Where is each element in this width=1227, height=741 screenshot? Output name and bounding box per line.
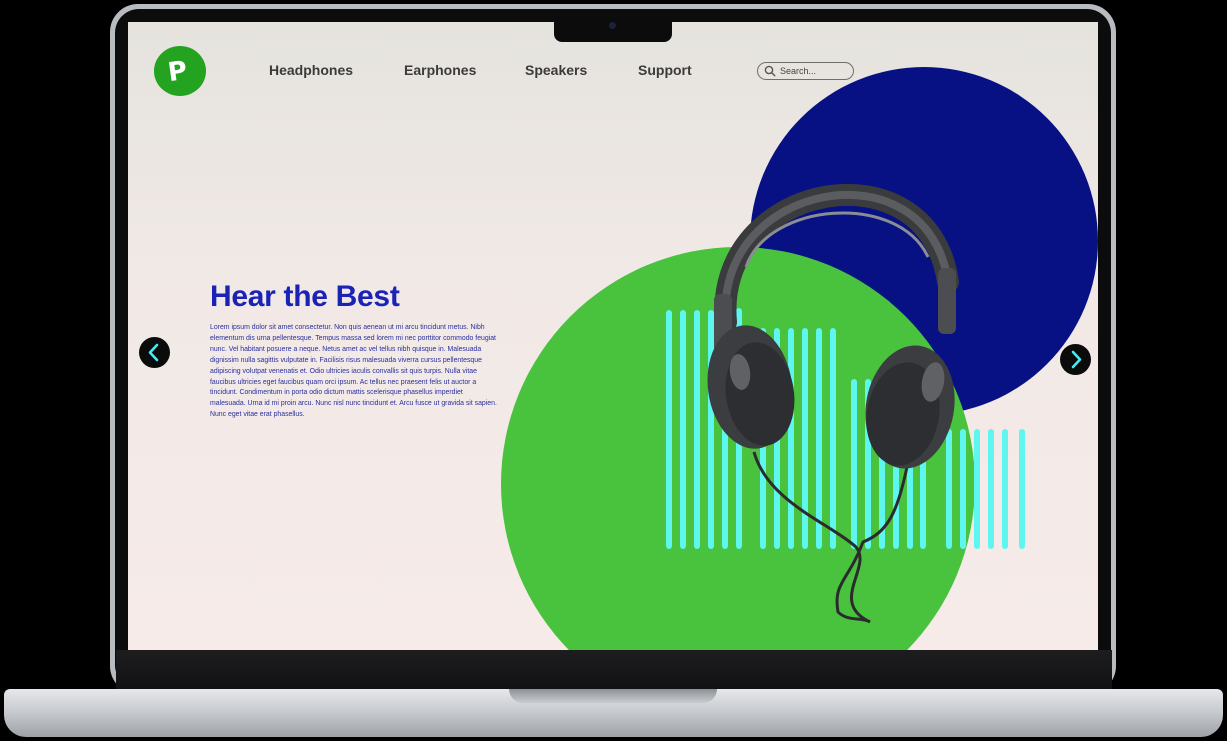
chevron-right-icon xyxy=(1071,350,1082,369)
hero-title: Hear the Best xyxy=(210,280,400,313)
p-logo-icon[interactable]: P xyxy=(154,46,206,96)
nav-support[interactable]: Support xyxy=(638,62,692,78)
search-box[interactable] xyxy=(757,62,854,80)
laptop-screen: P Headphones Earphones Speakers Support … xyxy=(128,22,1098,650)
hero-description: Lorem ipsum dolor sit amet consectetur. … xyxy=(210,324,497,419)
chevron-left-icon xyxy=(148,343,159,362)
logo-letter: P xyxy=(166,55,190,89)
next-slide-button[interactable] xyxy=(1060,344,1091,375)
search-icon xyxy=(764,65,776,77)
laptop-thumb-notch xyxy=(509,689,717,703)
camera-icon xyxy=(609,22,616,29)
nav-earphones[interactable]: Earphones xyxy=(404,62,476,78)
nav-headphones[interactable]: Headphones xyxy=(269,62,353,78)
search-input[interactable] xyxy=(780,64,848,78)
nav-speakers[interactable]: Speakers xyxy=(525,62,587,78)
prev-slide-button[interactable] xyxy=(139,337,170,368)
laptop-hinge xyxy=(116,650,1112,694)
